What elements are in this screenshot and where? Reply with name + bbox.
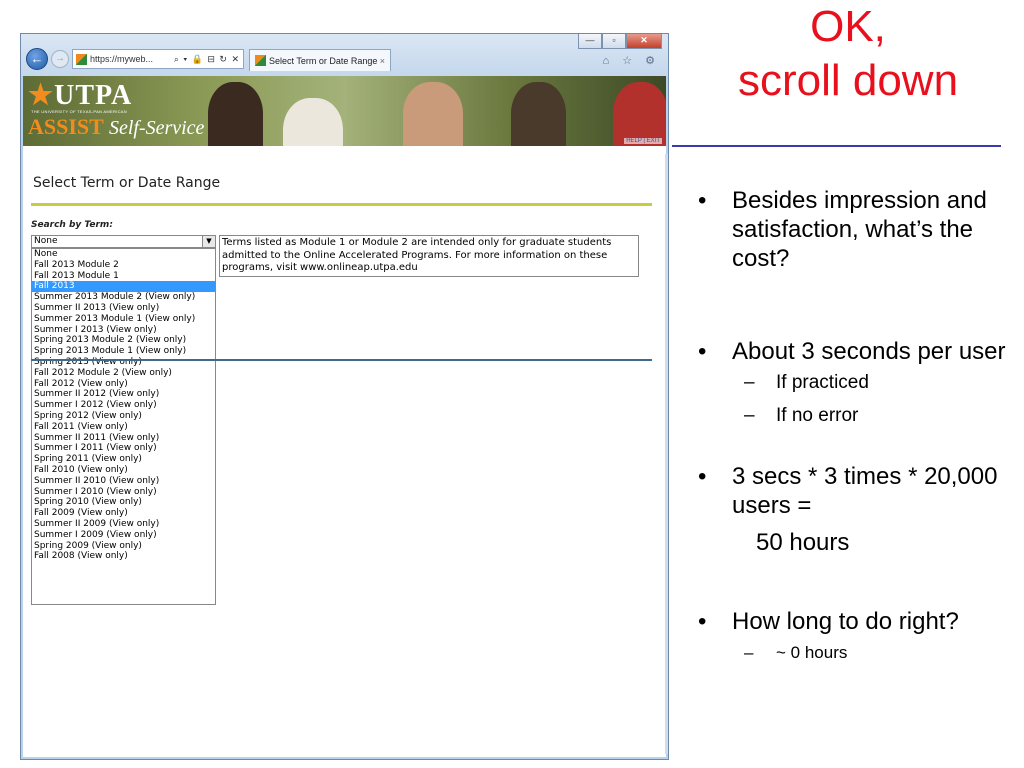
term-option[interactable]: Summer II 2010 (View only): [32, 476, 215, 487]
term-option[interactable]: Fall 2013 Module 1: [32, 271, 215, 282]
banner-photo-person: [208, 82, 263, 146]
banner-photo-person: [283, 98, 343, 146]
bullet-icon: •: [698, 338, 707, 365]
term-option[interactable]: Summer I 2013 (View only): [32, 325, 215, 336]
term-option[interactable]: Spring 2012 (View only): [32, 411, 215, 422]
term-option[interactable]: Summer 2013 Module 1 (View only): [32, 314, 215, 325]
term-option[interactable]: Summer I 2010 (View only): [32, 487, 215, 498]
term-option[interactable]: None: [32, 249, 215, 260]
logo-text: UTPA: [54, 80, 133, 111]
dash-icon: –: [744, 643, 754, 662]
term-option[interactable]: Spring 2009 (View only): [32, 541, 215, 552]
term-option[interactable]: Fall 2013: [32, 281, 215, 293]
term-option[interactable]: Summer I 2011 (View only): [32, 443, 215, 454]
term-option[interactable]: Fall 2013 Module 2: [32, 260, 215, 271]
term-option[interactable]: Summer II 2013 (View only): [32, 303, 215, 314]
banner-photo-person: [613, 82, 666, 146]
term-option[interactable]: Summer II 2009 (View only): [32, 519, 215, 530]
term-option[interactable]: Fall 2012 Module 2 (View only): [32, 368, 215, 379]
module-note: Terms listed as Module 1 or Module 2 are…: [219, 235, 639, 277]
term-option[interactable]: Summer II 2012 (View only): [32, 389, 215, 400]
browser-window: — ▫ ✕ ← → https://myweb... ⌕ ▾ 🔒 ⊟ ↻ ✕ S…: [20, 33, 669, 760]
window-controls: — ▫ ✕: [578, 34, 662, 49]
term-option[interactable]: Fall 2008 (View only): [32, 551, 215, 562]
home-favorites-settings-icon[interactable]: ⌂ ☆ ⚙: [603, 54, 660, 67]
site-favicon-icon: [76, 53, 87, 65]
slide-bullets: • Besides impression and satisfaction, w…: [684, 186, 1020, 669]
sub-bullet-practiced: – If practiced: [684, 366, 1020, 399]
term-option[interactable]: Summer II 2011 (View only): [32, 433, 215, 444]
term-option[interactable]: Fall 2011 (View only): [32, 422, 215, 433]
heading-line-1: OK,: [810, 2, 886, 51]
sub-bullet-zero-hours: – ~ 0 hours: [684, 636, 1020, 669]
term-option[interactable]: Fall 2009 (View only): [32, 508, 215, 519]
term-options-list[interactable]: None Fall 2013 Module 2 Fall 2013 Module 1…: [31, 248, 216, 605]
browser-chrome: — ▫ ✕ ← → https://myweb... ⌕ ▾ 🔒 ⊟ ↻ ✕ S…: [21, 34, 668, 76]
address-bar[interactable]: https://myweb... ⌕ ▾ 🔒 ⊟ ↻ ✕: [72, 49, 244, 69]
term-option[interactable]: Spring 2013 Module 1 (View only): [32, 346, 215, 357]
page-title: Select Term or Date Range: [33, 175, 221, 191]
maximize-button[interactable]: ▫: [602, 34, 626, 49]
assist-self-service-logo: ASSIST Self-Service: [28, 114, 204, 140]
heading-line-2: scroll down: [737, 56, 959, 105]
term-select-value: None: [34, 236, 58, 246]
sub-bullet-text: If no error: [776, 405, 859, 426]
banner-photo-person: [403, 82, 463, 146]
bullet-text: About 3 seconds per user: [732, 338, 1006, 365]
bullet-icon: •: [698, 187, 707, 214]
term-select[interactable]: None ▼: [31, 235, 216, 248]
search-by-term-label: Search by Term:: [31, 220, 113, 230]
back-arrow-icon: ←: [30, 51, 44, 66]
bullet-text: How long to do right?: [732, 608, 959, 635]
term-option[interactable]: Summer 2013 Module 2 (View only): [32, 292, 215, 303]
tab-close-icon[interactable]: ×: [380, 51, 390, 71]
term-option[interactable]: Summer I 2012 (View only): [32, 400, 215, 411]
page-content: Select Term or Date Range Search by Term…: [23, 146, 666, 757]
banner-photo-person: [511, 82, 566, 146]
window-edge: [665, 154, 668, 754]
bullet-text: 3 secs * 3 times * 20,000 users =: [732, 463, 998, 519]
bullet-seconds: • About 3 seconds per user: [684, 337, 1020, 366]
self-service-text: Self-Service: [108, 117, 205, 139]
utpa-logo: ★UTPA: [28, 78, 132, 112]
tab-select-term[interactable]: Select Term or Date Range ×: [249, 49, 391, 71]
tab-favicon-icon: [255, 55, 266, 66]
bullet-calculation-result: 50 hours: [756, 529, 850, 556]
term-option[interactable]: Spring 2013 Module 2 (View only): [32, 335, 215, 346]
sub-bullet-no-error: – If no error: [684, 399, 1020, 432]
dash-icon: –: [744, 405, 755, 426]
term-option[interactable]: Spring 2010 (View only): [32, 497, 215, 508]
term-option[interactable]: Fall 2012 (View only): [32, 379, 215, 390]
slide-heading: OK, scroll down: [672, 0, 1024, 108]
term-option[interactable]: Fall 2010 (View only): [32, 465, 215, 476]
close-window-button[interactable]: ✕: [626, 34, 662, 49]
heading-underline: [672, 145, 1001, 147]
sub-bullet-text: If practiced: [776, 372, 869, 393]
title-divider: [31, 203, 652, 206]
star-icon: ★: [28, 80, 55, 111]
utpa-banner: ★UTPA THE UNIVERSITY OF TEXAS-PAN AMERIC…: [23, 76, 666, 146]
bullet-calculation: • 3 secs * 3 times * 20,000 users =: [684, 462, 1020, 520]
sub-bullet-text: ~ 0 hours: [776, 643, 848, 662]
bullet-do-right: • How long to do right?: [684, 607, 1020, 636]
bullet-text: Besides impression and satisfaction, wha…: [732, 187, 987, 272]
back-button[interactable]: ←: [26, 48, 48, 70]
section-divider: [31, 359, 652, 361]
help-exit-link[interactable]: HELP | EXIT: [624, 138, 662, 144]
forward-button[interactable]: →: [51, 50, 69, 68]
bullet-cost: • Besides impression and satisfaction, w…: [684, 186, 1020, 273]
bullet-icon: •: [698, 608, 707, 635]
tab-title: Select Term or Date Range: [269, 55, 378, 66]
dash-icon: –: [744, 372, 755, 393]
assist-text: ASSIST: [28, 114, 104, 139]
address-text: https://myweb...: [90, 54, 154, 64]
term-option[interactable]: Spring 2011 (View only): [32, 454, 215, 465]
bullet-icon: •: [698, 463, 707, 490]
address-controls-icon[interactable]: ⌕ ▾ 🔒 ⊟ ↻ ✕: [174, 50, 243, 68]
minimize-button[interactable]: —: [578, 34, 602, 49]
term-option[interactable]: Summer I 2009 (View only): [32, 530, 215, 541]
forward-arrow-icon: →: [55, 53, 65, 64]
dropdown-arrow-icon[interactable]: ▼: [202, 236, 215, 247]
